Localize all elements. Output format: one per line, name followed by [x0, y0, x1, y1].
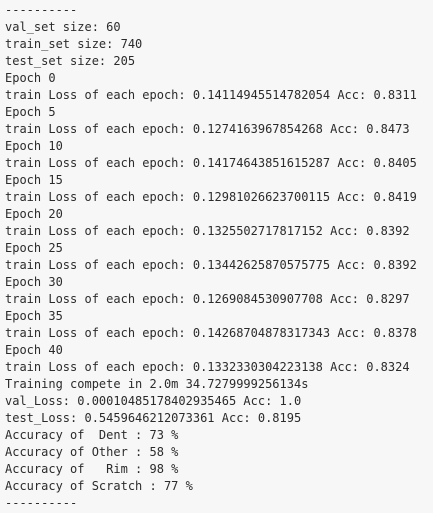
- train-loss-line: train Loss of each epoch: 0.129810266237…: [5, 190, 417, 204]
- accuracy-scratch-line: Accuracy of Scratch : 77 %: [5, 479, 193, 493]
- separator-line-bottom: ----------: [5, 496, 78, 510]
- epoch-line: Epoch 20: [5, 207, 63, 221]
- epoch-line: Epoch 30: [5, 275, 63, 289]
- train-loss-line: train Loss of each epoch: 0.126908453090…: [5, 292, 410, 306]
- epoch-line: Epoch 35: [5, 309, 63, 323]
- test-loss-line: test_Loss: 0.5459646212073361 Acc: 0.819…: [5, 411, 302, 425]
- console-output: ---------- val_set size: 60 train_set si…: [0, 0, 433, 513]
- train-loss-line: train Loss of each epoch: 0.127416396785…: [5, 122, 410, 136]
- accuracy-dent-line: Accuracy of Dent : 73 %: [5, 428, 179, 442]
- accuracy-rim-line: Accuracy of Rim : 98 %: [5, 462, 179, 476]
- test-set-size-line: test_set size: 205: [5, 54, 136, 68]
- epoch-line: Epoch 25: [5, 241, 63, 255]
- train-loss-line: train Loss of each epoch: 0.134426258705…: [5, 258, 417, 272]
- train-loss-line: train Loss of each epoch: 0.132550271781…: [5, 224, 410, 238]
- train-loss-line: train Loss of each epoch: 0.141149455147…: [5, 88, 417, 102]
- epoch-line: Epoch 10: [5, 139, 63, 153]
- epoch-line: Epoch 40: [5, 343, 63, 357]
- epoch-line: Epoch 0: [5, 71, 56, 85]
- train-loss-line: train Loss of each epoch: 0.133233030422…: [5, 360, 410, 374]
- train-loss-line: train Loss of each epoch: 0.141746438516…: [5, 156, 417, 170]
- epoch-line: Epoch 5: [5, 105, 56, 119]
- epoch-line: Epoch 15: [5, 173, 63, 187]
- separator-line-top: ----------: [5, 3, 78, 17]
- training-time-line: Training compete in 2.0m 34.727999925613…: [5, 377, 309, 391]
- train-set-size-line: train_set size: 740: [5, 37, 143, 51]
- val-set-size-line: val_set size: 60: [5, 20, 121, 34]
- accuracy-other-line: Accuracy of Other : 58 %: [5, 445, 179, 459]
- val-loss-line: val_Loss: 0.00010485178402935465 Acc: 1.…: [5, 394, 302, 408]
- train-loss-line: train Loss of each epoch: 0.142687048783…: [5, 326, 417, 340]
